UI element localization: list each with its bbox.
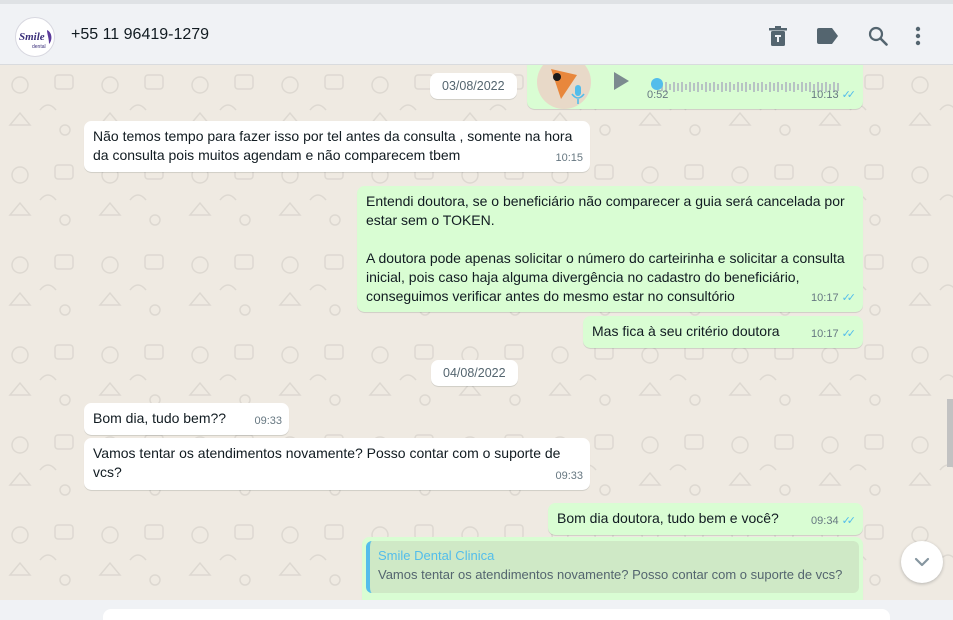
message-time: 10:17	[811, 328, 839, 340]
composer-bar	[0, 600, 953, 620]
message-meta: 10:17 ✓✓	[811, 289, 856, 308]
incoming-message[interactable]: Bom dia, tudo bem?? 09:33	[84, 403, 289, 435]
message-meta: 10:13 ✓✓	[811, 86, 856, 105]
message-time: 10:15	[555, 152, 583, 164]
outgoing-message[interactable]: Bom dia doutora, tudo bem e você? 09:34 ✓…	[548, 503, 863, 535]
message-input[interactable]	[103, 609, 890, 620]
audio-duration: 0:52	[647, 89, 669, 101]
date-separator: 04/08/2022	[431, 360, 518, 386]
message-meta: 10:15	[555, 149, 583, 168]
chat-header: Smile dental +55 11 96419-1279	[0, 0, 953, 65]
message-meta: 09:33	[254, 412, 282, 431]
message-time: 09:34	[811, 515, 839, 527]
message-meta: 09:34 ✓✓	[811, 512, 856, 531]
incoming-message[interactable]: Vamos tentar os atendimentos novamente? …	[84, 438, 590, 490]
read-ticks-icon: ✓✓	[841, 515, 857, 527]
message-text: Entendi doutora, se o beneficiário não c…	[366, 193, 845, 304]
message-text: Bom dia doutora, tudo bem e você?	[557, 510, 779, 526]
reply-message[interactable]: Smile Dental Clinica Vamos tentar os ate…	[362, 537, 863, 600]
microphone-icon	[571, 85, 585, 104]
avatar-logo-text: Smile	[19, 31, 45, 43]
search-icon[interactable]	[866, 24, 890, 48]
read-ticks-icon: ✓✓	[841, 328, 857, 340]
contact-name[interactable]: +55 11 96419-1279	[71, 26, 209, 44]
chat-area[interactable]: 0:52 10:13 ✓✓ 03/08/2022 Não temos tempo …	[0, 65, 953, 600]
message-time: 10:17	[811, 292, 839, 304]
avatar-logo-subtext: dental	[32, 44, 46, 50]
audio-message[interactable]: 0:52 10:13 ✓✓	[527, 65, 863, 109]
date-separator: 03/08/2022	[430, 73, 517, 99]
message-text: Vamos tentar os atendimentos novamente? …	[93, 445, 561, 480]
message-time: 10:13	[811, 89, 839, 101]
quoted-text: Vamos tentar os atendimentos novamente? …	[378, 567, 843, 582]
menu-icon[interactable]	[906, 24, 930, 48]
delete-icon[interactable]	[766, 24, 790, 48]
message-meta: 10:17 ✓✓	[811, 325, 856, 344]
outgoing-message[interactable]: Mas fica à seu critério doutora 10:17 ✓✓	[583, 316, 863, 348]
outgoing-message[interactable]: Entendi doutora, se o beneficiário não c…	[357, 186, 863, 312]
read-ticks-icon: ✓✓	[841, 89, 857, 101]
message-meta: 09:33	[555, 467, 583, 486]
message-text: Não temos tempo para fazer isso por tel …	[93, 128, 573, 163]
scrollbar-thumb[interactable]	[947, 399, 953, 467]
message-time: 09:33	[555, 470, 583, 482]
chevron-down-icon	[914, 557, 930, 567]
quoted-message[interactable]: Smile Dental Clinica Vamos tentar os ate…	[366, 541, 859, 593]
play-icon[interactable]	[611, 71, 631, 91]
avatar[interactable]: Smile dental	[15, 17, 55, 57]
message-time: 09:33	[254, 415, 282, 427]
quoted-author: Smile Dental Clinica	[378, 548, 495, 563]
read-ticks-icon: ✓✓	[841, 292, 857, 304]
scroll-to-bottom-button[interactable]	[901, 541, 943, 583]
message-text: Bom dia, tudo bem??	[93, 410, 227, 426]
label-icon[interactable]	[816, 24, 840, 48]
incoming-message[interactable]: Não temos tempo para fazer isso por tel …	[84, 121, 590, 172]
